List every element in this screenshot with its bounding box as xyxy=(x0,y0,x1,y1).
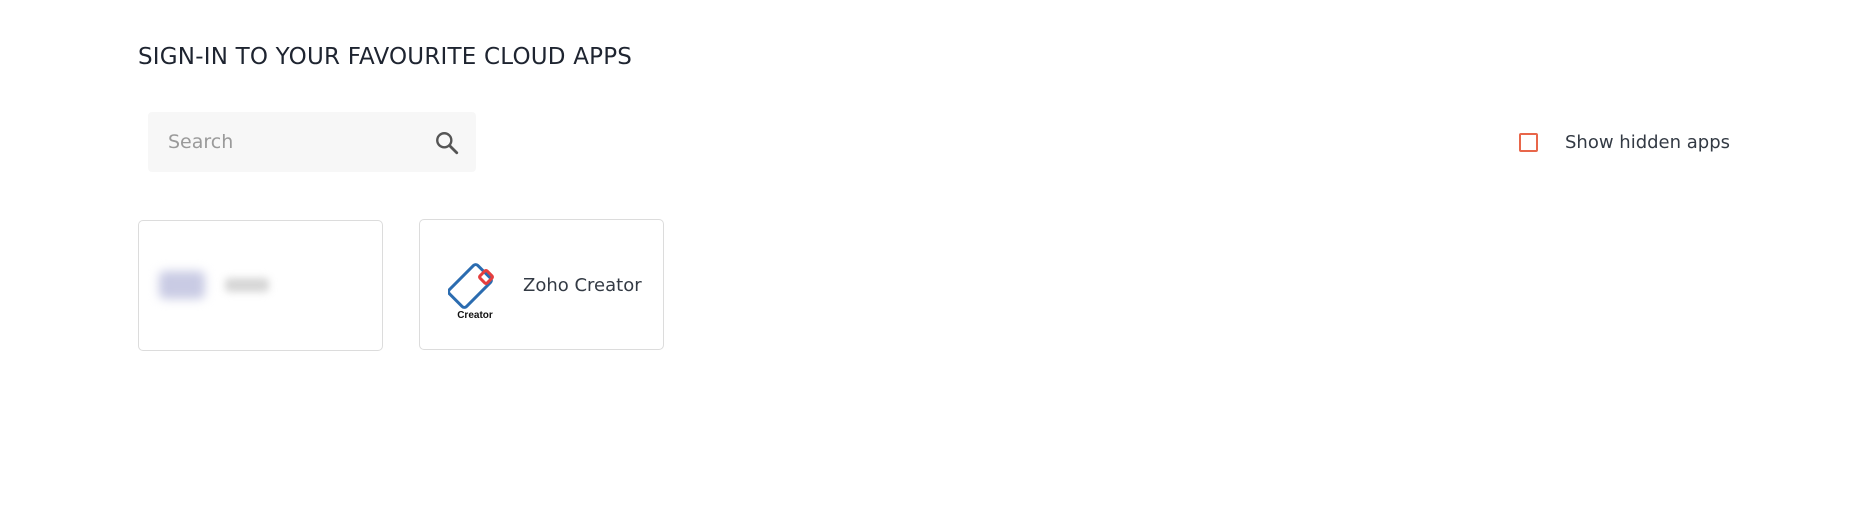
app-name: Zoho Creator xyxy=(523,275,642,296)
search-box xyxy=(148,112,476,172)
show-hidden-apps-label: Show hidden apps xyxy=(1565,131,1731,153)
show-hidden-apps-toggle[interactable]: Show hidden apps xyxy=(1519,130,1730,154)
show-hidden-apps-checkbox[interactable] xyxy=(1519,132,1538,152)
zoho-creator-icon xyxy=(448,263,494,309)
page-title: SIGN-IN TO YOUR FAVOURITE CLOUD APPS xyxy=(138,44,633,70)
app-logo-redacted xyxy=(159,271,205,299)
page: SIGN-IN TO YOUR FAVOURITE CLOUD APPS Sho… xyxy=(0,0,1876,517)
zoho-creator-logo-label: Creator xyxy=(457,310,493,321)
search-input[interactable] xyxy=(148,112,418,172)
app-name-redacted xyxy=(225,278,269,292)
app-card-redacted[interactable] xyxy=(138,220,383,351)
search-icon[interactable] xyxy=(434,130,460,156)
app-card-zoho-creator[interactable]: Creator Zoho Creator xyxy=(419,219,664,350)
